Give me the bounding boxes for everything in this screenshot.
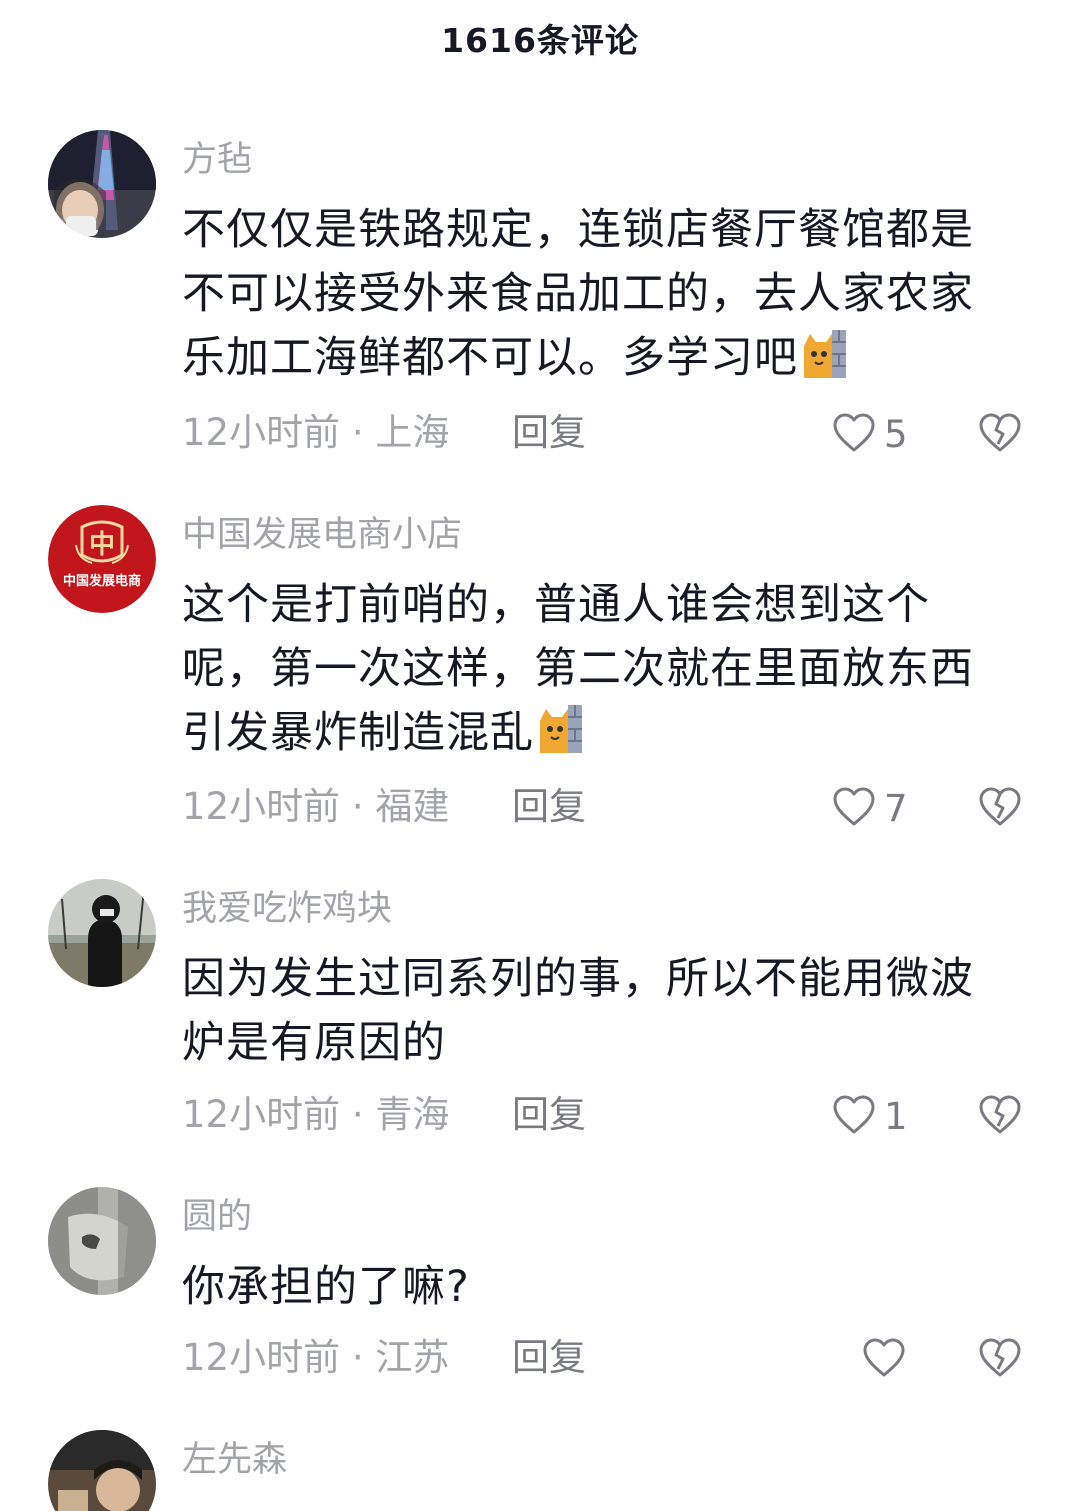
username[interactable]: 左先森 — [182, 1436, 1012, 1484]
dislike-button[interactable] — [978, 786, 1022, 830]
dislike-button[interactable] — [978, 1094, 1022, 1138]
avatar[interactable] — [48, 1430, 156, 1511]
reply-button[interactable]: 回复 — [512, 782, 586, 832]
heart-outline-icon — [863, 1338, 905, 1377]
broken-heart-icon — [979, 413, 1021, 452]
heart-outline-icon — [833, 413, 875, 452]
dislike-button[interactable] — [978, 412, 1022, 456]
time-location: 12小时前 · 江苏 — [182, 1336, 450, 1379]
username[interactable]: 圆的 — [182, 1193, 1012, 1241]
username[interactable]: 方毡 — [182, 136, 1012, 184]
cat-peek-emoji — [538, 703, 584, 755]
username[interactable]: 我爱吃炸鸡块 — [182, 885, 1012, 933]
broken-heart-icon — [979, 787, 1021, 826]
like-count: 7 — [884, 787, 908, 830]
comment-meta: 12小时前 · 青海 回复 1 — [182, 1090, 1042, 1140]
comment-sheet: 1616条评论 方毡 不仅仅是铁路规定，连锁店餐厅餐馆都是不可以接受外来食品加工… — [0, 0, 1080, 1511]
comment-text: 这个是打前哨的，普通人谁会想到这个呢，第一次这样，第二次就在里面放东西引发暴炸制… — [182, 580, 974, 758]
time-location: 12小时前 · 青海 — [182, 1093, 450, 1136]
avatar-logo-text: 中国发展电商 — [63, 573, 141, 589]
dislike-button[interactable] — [978, 1337, 1022, 1381]
time-location: 12小时前 · 福建 — [182, 785, 450, 828]
heart-outline-icon — [833, 787, 875, 826]
time-location: 12小时前 · 上海 — [182, 411, 450, 454]
avatar[interactable] — [48, 1187, 156, 1295]
reply-button[interactable]: 回复 — [512, 408, 586, 458]
heart-outline-icon — [833, 1095, 875, 1134]
comments-header: 1616条评论 — [0, 0, 1080, 74]
comment-count-title: 1616条评论 — [441, 21, 639, 60]
comment-meta: 12小时前 · 福建 回复 7 — [182, 782, 1042, 832]
broken-heart-icon — [979, 1338, 1021, 1377]
comment-item[interactable]: 左先森 — [0, 1430, 1080, 1511]
comment-meta: 12小时前 · 上海 回复 5 — [182, 408, 1042, 458]
comment-text: 不仅仅是铁路规定，连锁店餐厅餐馆都是不可以接受外来食品加工的，去人家农家乐加工海… — [182, 205, 974, 383]
broken-heart-icon — [979, 1095, 1021, 1134]
reply-button[interactable]: 回复 — [512, 1090, 586, 1140]
cat-peek-emoji — [802, 328, 848, 380]
avatar[interactable]: 中 中国发展电商 — [48, 505, 156, 613]
avatar[interactable] — [48, 879, 156, 987]
reply-button[interactable]: 回复 — [512, 1333, 586, 1383]
comment-text: 你承担的了嘛? — [182, 1262, 470, 1312]
like-count: 1 — [884, 1095, 908, 1138]
comment-text: 因为发生过同系列的事，所以不能用微波炉是有原因的 — [182, 954, 974, 1068]
avatar[interactable] — [48, 130, 156, 238]
username[interactable]: 中国发展电商小店 — [182, 511, 1012, 559]
like-count: 5 — [884, 413, 908, 456]
comment-meta: 12小时前 · 江苏 回复 — [182, 1333, 1042, 1383]
avatar-logo-char: 中 — [89, 530, 115, 560]
